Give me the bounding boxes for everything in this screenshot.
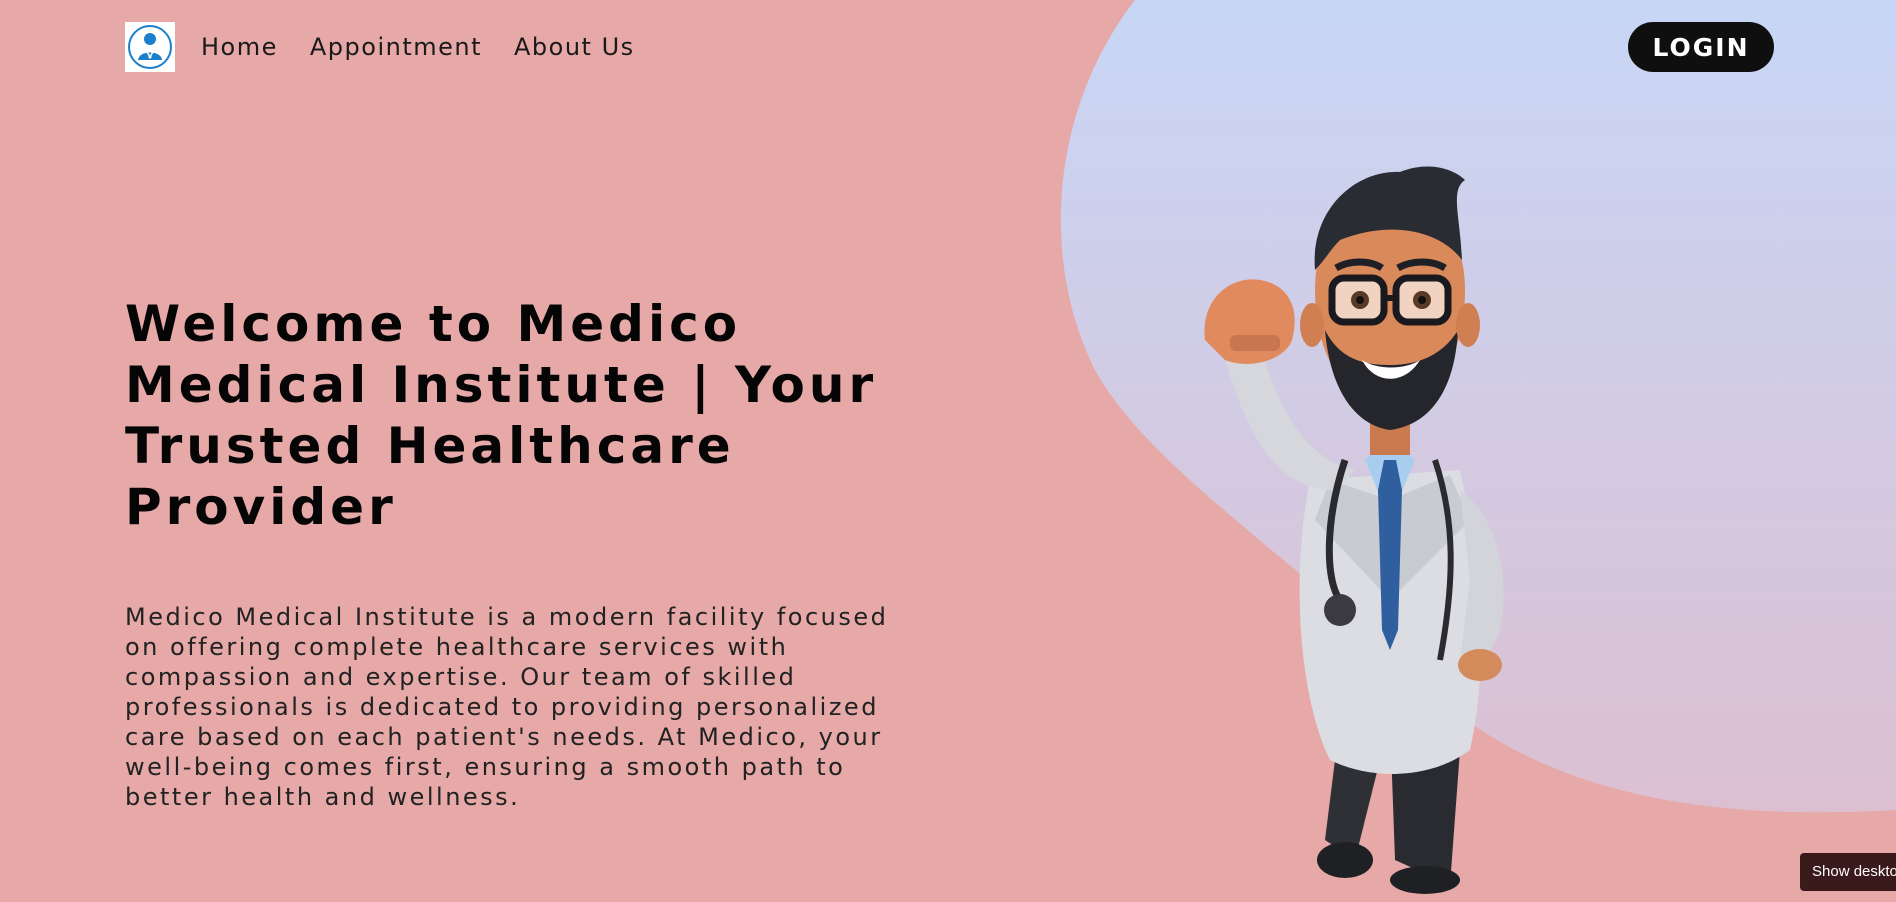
show-desktop-button[interactable]: Show desktop — [1800, 853, 1896, 891]
top-navbar: Home Appointment About Us — [125, 22, 667, 72]
hero-description: Medico Medical Institute is a modern fac… — [125, 603, 889, 811]
nav-appointment-link[interactable]: Appointment — [310, 33, 482, 61]
nav-home-link[interactable]: Home — [201, 33, 278, 61]
nav-about-us-link[interactable]: About Us — [514, 33, 635, 61]
cartoon-doctor-illustration — [1204, 166, 1504, 894]
login-button[interactable]: LOGIN — [1628, 22, 1774, 72]
doctor-logo-icon[interactable] — [125, 22, 175, 72]
hero-title: Welcome to Medico Medical Institute | Yo… — [125, 295, 878, 536]
